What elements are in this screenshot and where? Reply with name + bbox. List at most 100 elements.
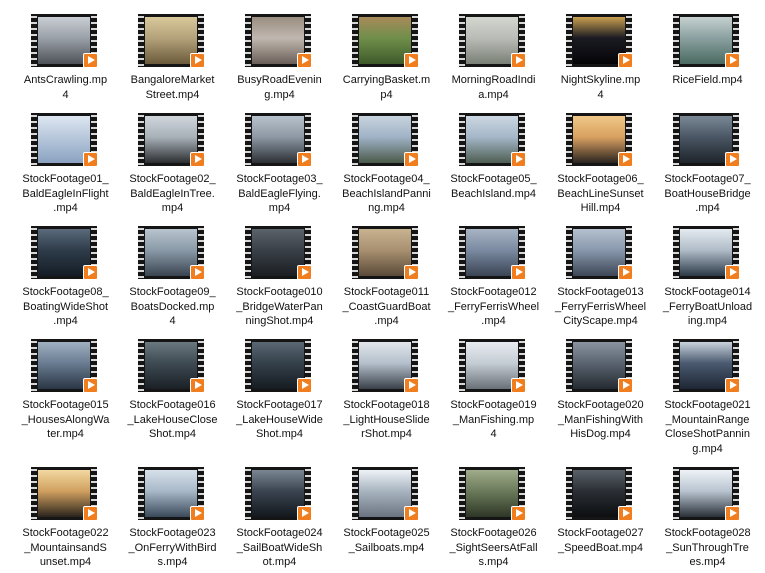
file-name-line: StockFootage012: [450, 286, 537, 298]
file-name-line: _ManFishingWith: [558, 413, 643, 426]
film-strip-icon: [245, 14, 251, 67]
file-name-line: StockFootage01_: [22, 173, 109, 185]
video-thumbnail[interactable]: [566, 113, 632, 166]
file-name-label: StockFootage013 _FerryFerrisWheel CityScap…: [547, 285, 654, 329]
video-thumbnail[interactable]: [352, 14, 418, 67]
video-thumbnail[interactable]: [138, 226, 204, 279]
file-name-label: StockFootage014 _FerryBoatUnload ing.mp4: [654, 285, 761, 329]
file-name-line: s.mp4: [478, 556, 509, 568]
video-thumbnail[interactable]: [673, 467, 739, 520]
film-strip-icon: [459, 113, 465, 166]
file-name-line: CloseShotPannin: [664, 428, 750, 440]
file-name-line: BusyRoadEvenin: [237, 74, 322, 86]
play-icon: [190, 378, 204, 392]
video-thumbnail[interactable]: [138, 113, 204, 166]
file-name-line: _MountainRange: [665, 413, 750, 426]
film-strip-icon: [459, 467, 465, 520]
play-icon: [83, 506, 97, 520]
file-name-line: StockFootage06_: [557, 173, 644, 185]
play-icon: [297, 53, 311, 67]
video-thumbnail[interactable]: [138, 339, 204, 392]
video-thumbnail[interactable]: [459, 467, 525, 520]
file-name-line: Street.mp4: [145, 88, 200, 101]
file-name-line: CarryingBasket.m: [342, 74, 431, 86]
video-thumbnail[interactable]: [245, 113, 311, 166]
video-thumbnail[interactable]: [566, 339, 632, 392]
video-thumbnail[interactable]: [673, 339, 739, 392]
video-thumbnail[interactable]: [673, 226, 739, 279]
video-thumbnail[interactable]: [352, 113, 418, 166]
film-strip-icon: [673, 113, 679, 166]
film-strip-icon: [138, 113, 144, 166]
video-thumbnail[interactable]: [566, 14, 632, 67]
film-strip-icon: [566, 14, 572, 67]
file-name-line: StockFootage019: [450, 399, 537, 411]
film-strip-icon: [566, 226, 572, 279]
play-icon: [404, 378, 418, 392]
film-strip-icon: [566, 467, 572, 520]
file-name-line: 4: [169, 315, 176, 327]
file-name-label: StockFootage020 _ManFishingWith HisDog.mp4: [547, 398, 654, 442]
video-thumbnail[interactable]: [566, 467, 632, 520]
file-name-line: .mp4: [481, 315, 506, 327]
video-thumbnail[interactable]: [138, 467, 204, 520]
video-thumbnail[interactable]: [673, 113, 739, 166]
play-icon: [404, 152, 418, 166]
video-thumbnail[interactable]: [138, 14, 204, 67]
video-thumbnail[interactable]: [31, 467, 97, 520]
file-name-label: StockFootage04_ BeachIslandPanni ng.mp4: [333, 172, 440, 216]
video-thumbnail[interactable]: [673, 14, 739, 67]
file-name-line: StockFootage013: [557, 286, 644, 298]
play-icon: [190, 506, 204, 520]
video-thumbnail[interactable]: [31, 339, 97, 392]
video-thumbnail[interactable]: [245, 467, 311, 520]
video-thumbnail[interactable]: [31, 226, 97, 279]
file-name-label: StockFootage02_ BaldEagleInTree. mp4: [119, 172, 226, 216]
file-name-line: StockFootage024: [236, 527, 323, 539]
file-name-line: StockFootage022: [22, 527, 109, 539]
video-thumbnail[interactable]: [245, 226, 311, 279]
file-name-label: StockFootage012 _FerryFerrisWheel .mp4: [440, 285, 547, 329]
file-name-line: StockFootage03_: [236, 173, 323, 185]
file-name-line: s.mp4: [157, 556, 188, 568]
film-strip-icon: [31, 467, 37, 520]
file-name-line: .mp4: [374, 315, 399, 327]
file-name-line: BaldEagleFlying.: [238, 187, 321, 200]
file-grid: AntsCrawling.mp 4 BangaloreMarket Street.mp…: [0, 0, 765, 573]
video-thumbnail[interactable]: [245, 339, 311, 392]
file-name-line: StockFootage08_: [22, 286, 109, 298]
play-icon: [190, 265, 204, 279]
file-name-line: StockFootage09_: [129, 286, 216, 298]
file-name-line: StockFootage017: [236, 399, 323, 411]
video-thumbnail[interactable]: [352, 226, 418, 279]
file-name-line: _OnFerryWithBird: [128, 541, 217, 554]
file-name-line: StockFootage014: [664, 286, 751, 298]
file-name-line: .mp4: [53, 315, 78, 327]
file-name-line: mp4: [161, 202, 184, 214]
play-icon: [725, 265, 739, 279]
file-name-line: CityScape.mp4: [563, 315, 638, 327]
file-name-line: StockFootage016: [129, 399, 216, 411]
video-thumbnail[interactable]: [459, 14, 525, 67]
film-strip-icon: [566, 113, 572, 166]
film-strip-icon: [673, 339, 679, 392]
video-thumbnail[interactable]: [459, 113, 525, 166]
video-thumbnail[interactable]: [566, 226, 632, 279]
video-thumbnail[interactable]: [352, 339, 418, 392]
video-thumbnail[interactable]: [459, 226, 525, 279]
file-name-line: ing.mp4: [687, 315, 728, 327]
video-thumbnail[interactable]: [459, 339, 525, 392]
file-name-label: BusyRoadEvenin g.mp4: [226, 73, 333, 102]
file-name-label: StockFootage017 _LakeHouseWide Shot.mp4: [226, 398, 333, 442]
file-name-label: StockFootage021 _MountainRange CloseShotPa…: [654, 398, 761, 456]
file-name-line: _Sailboats.mp4: [348, 541, 425, 554]
play-icon: [297, 506, 311, 520]
video-thumbnail[interactable]: [245, 14, 311, 67]
file-name-line: .mp4: [53, 202, 78, 214]
file-name-label: MorningRoadIndi a.mp4: [440, 73, 547, 102]
file-name-line: g.mp4: [264, 88, 295, 101]
video-thumbnail[interactable]: [31, 113, 97, 166]
video-thumbnail[interactable]: [31, 14, 97, 67]
video-thumbnail[interactable]: [352, 467, 418, 520]
film-strip-icon: [352, 339, 358, 392]
